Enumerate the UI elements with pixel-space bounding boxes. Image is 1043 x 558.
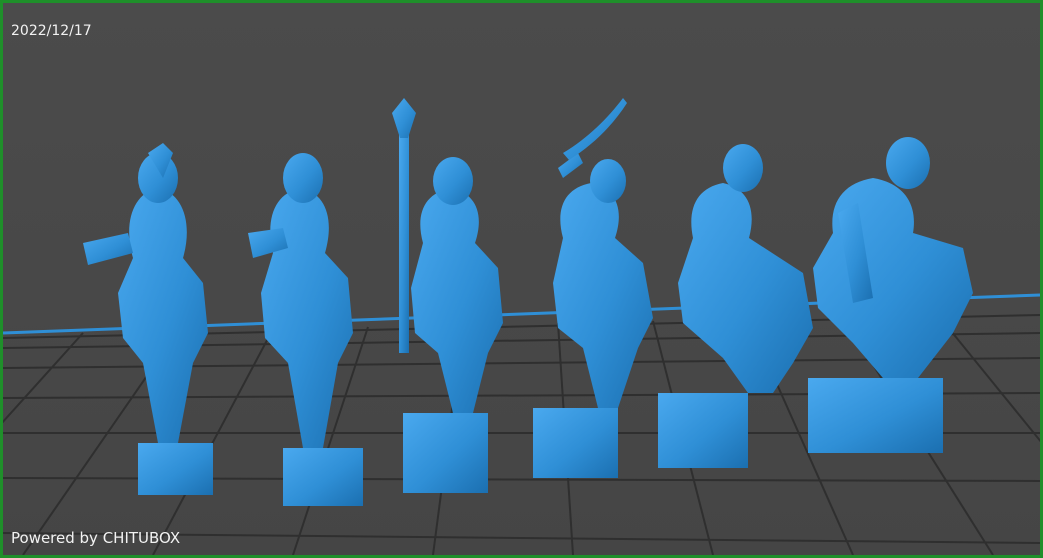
miniature-2[interactable] [248,153,363,506]
date-label: 2022/12/17 [11,23,92,39]
miniature-4[interactable] [533,98,653,478]
scene-canvas[interactable] [3,3,1040,555]
watermark-text: Powered by CHITUBOX [11,529,181,547]
miniature-5[interactable] [658,144,813,468]
3d-viewport[interactable]: 2022/12/17 Powered by CHITUBOX [0,0,1043,558]
miniature-3[interactable] [392,98,503,493]
miniature-1[interactable] [83,143,213,495]
miniature-6[interactable] [808,137,973,453]
